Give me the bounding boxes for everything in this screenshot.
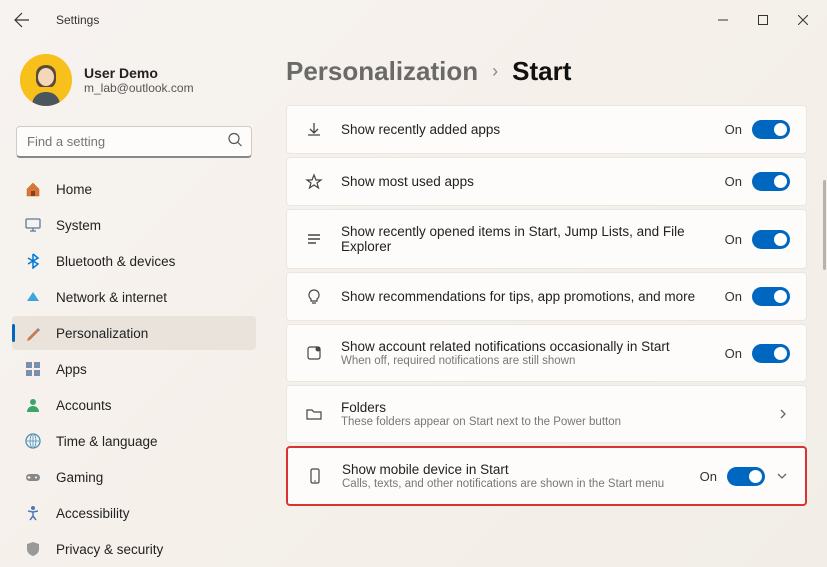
nav-label: Accessibility [56,506,130,521]
nav-label: Personalization [56,326,148,341]
nav-item-accounts[interactable]: Accounts [12,388,256,422]
nav-label: Gaming [56,470,103,485]
accessibility-icon [24,504,42,522]
network-icon [24,288,42,306]
toggle-state: On [700,469,717,484]
toggle-switch[interactable] [752,172,790,191]
user-name: User Demo [84,65,194,81]
nav-item-privacy[interactable]: Privacy & security [12,532,256,566]
chevron-right-icon [776,408,790,420]
personalization-icon [24,324,42,342]
setting-title: Show mobile device in Start [342,462,684,477]
content-area: Personalization › Start Show recently ad… [268,40,827,567]
notification-icon [303,344,325,362]
maximize-icon [758,15,768,25]
setting-account-notif[interactable]: Show account related notifications occas… [286,324,807,382]
back-button[interactable] [4,2,40,38]
toggle-switch[interactable] [752,344,790,363]
nav-label: Network & internet [56,290,167,305]
setting-subtitle: These folders appear on Start next to th… [341,416,760,428]
setting-title: Show recently added apps [341,122,709,137]
bluetooth-icon [24,252,42,270]
toggle-state: On [725,122,742,137]
setting-recent-items[interactable]: Show recently opened items in Start, Jum… [286,209,807,269]
setting-title: Show recommendations for tips, app promo… [341,289,709,304]
setting-title: Show recently opened items in Start, Jum… [341,224,709,254]
arrow-left-icon [14,12,30,28]
setting-subtitle: Calls, texts, and other notifications ar… [342,478,684,490]
toggle-switch[interactable] [752,230,790,249]
nav-label: Bluetooth & devices [56,254,175,269]
scrollbar-thumb[interactable] [823,180,826,270]
setting-most-used[interactable]: Show most used apps On [286,157,807,206]
chevron-down-icon[interactable] [775,471,789,481]
breadcrumb-current: Start [512,56,571,87]
time-icon [24,432,42,450]
close-button[interactable] [783,4,823,36]
nav-item-accessibility[interactable]: Accessibility [12,496,256,530]
shield-icon [24,540,42,558]
user-profile[interactable]: User Demo m_lab@outlook.com [12,48,256,120]
nav-list: Home System Bluetooth & devices Network … [12,172,256,566]
breadcrumb: Personalization › Start [286,56,807,87]
nav-item-gaming[interactable]: Gaming [12,460,256,494]
close-icon [798,15,808,25]
chevron-right-icon: › [492,61,498,82]
nav-item-personalization[interactable]: Personalization [12,316,256,350]
setting-title: Folders [341,400,760,415]
list-icon [303,230,325,248]
nav-label: Home [56,182,92,197]
toggle-state: On [725,346,742,361]
search-icon [228,133,242,152]
minimize-icon [718,15,728,25]
apps-icon [24,360,42,378]
mobile-icon [304,467,326,485]
setting-recent-apps[interactable]: Show recently added apps On [286,105,807,154]
toggle-switch[interactable] [727,467,765,486]
user-email: m_lab@outlook.com [84,81,194,95]
toggle-state: On [725,232,742,247]
setting-title: Show most used apps [341,174,709,189]
system-icon [24,216,42,234]
nav-item-system[interactable]: System [12,208,256,242]
folder-icon [303,405,325,423]
nav-item-bluetooth[interactable]: Bluetooth & devices [12,244,256,278]
setting-subtitle: When off, required notifications are sti… [341,355,709,367]
toggle-state: On [725,289,742,304]
toggle-state: On [725,174,742,189]
nav-label: System [56,218,101,233]
setting-folders[interactable]: Folders These folders appear on Start ne… [286,385,807,443]
nav-label: Privacy & security [56,542,163,557]
search-input[interactable] [16,126,252,158]
nav-item-network[interactable]: Network & internet [12,280,256,314]
sidebar: User Demo m_lab@outlook.com Home System … [0,40,268,567]
nav-label: Time & language [56,434,158,449]
nav-label: Apps [56,362,87,377]
gaming-icon [24,468,42,486]
nav-label: Accounts [56,398,112,413]
titlebar: Settings [0,0,827,40]
breadcrumb-parent[interactable]: Personalization [286,56,478,87]
maximize-button[interactable] [743,4,783,36]
app-title: Settings [56,13,99,27]
nav-item-time-language[interactable]: Time & language [12,424,256,458]
nav-item-apps[interactable]: Apps [12,352,256,386]
nav-item-home[interactable]: Home [12,172,256,206]
star-icon [303,173,325,191]
download-icon [303,121,325,139]
home-icon [24,180,42,198]
toggle-switch[interactable] [752,287,790,306]
setting-recommendations[interactable]: Show recommendations for tips, app promo… [286,272,807,321]
avatar [20,54,72,106]
minimize-button[interactable] [703,4,743,36]
setting-title: Show account related notifications occas… [341,339,709,354]
setting-mobile-device[interactable]: Show mobile device in Start Calls, texts… [286,446,807,506]
toggle-switch[interactable] [752,120,790,139]
accounts-icon [24,396,42,414]
lightbulb-icon [303,288,325,306]
